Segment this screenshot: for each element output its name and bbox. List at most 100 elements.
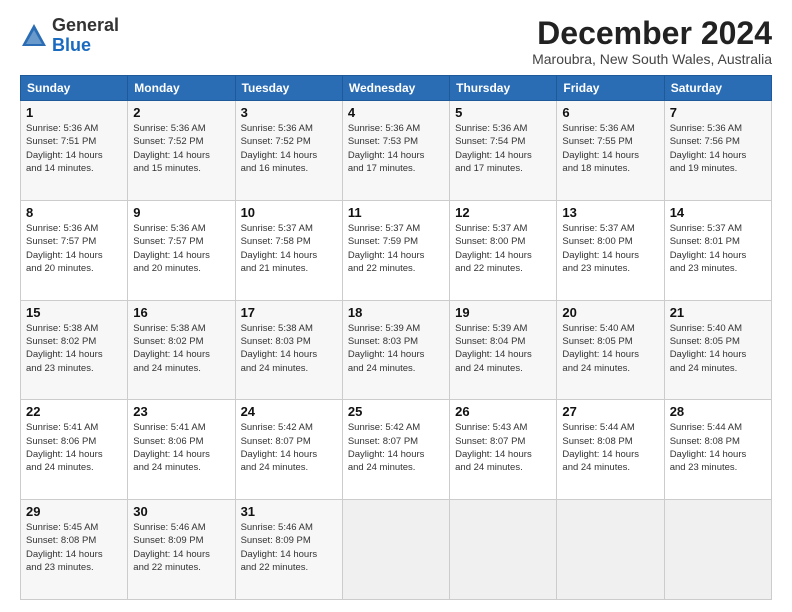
calendar-cell [557, 500, 664, 600]
day-info: Sunrise: 5:36 AM Sunset: 7:52 PM Dayligh… [241, 122, 337, 175]
day-number: 31 [241, 504, 337, 519]
day-info: Sunrise: 5:36 AM Sunset: 7:57 PM Dayligh… [26, 222, 122, 275]
calendar-header-monday: Monday [128, 76, 235, 101]
calendar-header-wednesday: Wednesday [342, 76, 449, 101]
day-number: 23 [133, 404, 229, 419]
day-info: Sunrise: 5:44 AM Sunset: 8:08 PM Dayligh… [562, 421, 658, 474]
day-info: Sunrise: 5:37 AM Sunset: 7:59 PM Dayligh… [348, 222, 444, 275]
day-number: 27 [562, 404, 658, 419]
calendar-cell: 6Sunrise: 5:36 AM Sunset: 7:55 PM Daylig… [557, 101, 664, 201]
calendar-cell [664, 500, 771, 600]
calendar-cell: 21Sunrise: 5:40 AM Sunset: 8:05 PM Dayli… [664, 300, 771, 400]
day-info: Sunrise: 5:37 AM Sunset: 7:58 PM Dayligh… [241, 222, 337, 275]
day-info: Sunrise: 5:38 AM Sunset: 8:02 PM Dayligh… [133, 322, 229, 375]
day-number: 15 [26, 305, 122, 320]
day-number: 7 [670, 105, 766, 120]
calendar-cell: 4 Sunrise: 5:36 AM Sunset: 7:53 PM Daylig… [342, 101, 449, 201]
day-number: 11 [348, 205, 444, 220]
day-number: 28 [670, 404, 766, 419]
calendar-cell: 9Sunrise: 5:36 AM Sunset: 7:57 PM Daylig… [128, 200, 235, 300]
location: Maroubra, New South Wales, Australia [532, 51, 772, 67]
title-block: December 2024 Maroubra, New South Wales,… [532, 16, 772, 67]
day-number: 17 [241, 305, 337, 320]
calendar-cell: 15Sunrise: 5:38 AM Sunset: 8:02 PM Dayli… [21, 300, 128, 400]
page: General Blue December 2024 Maroubra, New… [0, 0, 792, 612]
calendar-cell: 7 Sunrise: 5:36 AM Sunset: 7:56 PM Daylig… [664, 101, 771, 201]
calendar-header-tuesday: Tuesday [235, 76, 342, 101]
day-number: 2 [133, 105, 229, 120]
day-number: 18 [348, 305, 444, 320]
day-info: Sunrise: 5:38 AM Sunset: 8:03 PM Dayligh… [241, 322, 337, 375]
day-number: 8 [26, 205, 122, 220]
day-number: 6 [562, 105, 658, 120]
day-number: 14 [670, 205, 766, 220]
calendar-cell: 5Sunrise: 5:36 AM Sunset: 7:54 PM Daylig… [450, 101, 557, 201]
day-info: Sunrise: 5:36 AM Sunset: 7:53 PM Dayligh… [348, 122, 444, 175]
day-number: 5 [455, 105, 551, 120]
calendar-cell: 16 Sunrise: 5:38 AM Sunset: 8:02 PM Dayli… [128, 300, 235, 400]
day-number: 22 [26, 404, 122, 419]
day-info: Sunrise: 5:37 AM Sunset: 8:01 PM Dayligh… [670, 222, 766, 275]
day-info: Sunrise: 5:36 AM Sunset: 7:51 PM Dayligh… [26, 122, 122, 175]
calendar-cell: 2 Sunrise: 5:36 AM Sunset: 7:52 PM Daylig… [128, 101, 235, 201]
day-info: Sunrise: 5:37 AM Sunset: 8:00 PM Dayligh… [562, 222, 658, 275]
calendar-cell: 1 Sunrise: 5:36 AM Sunset: 7:51 PM Daylig… [21, 101, 128, 201]
calendar-cell: 12 Sunrise: 5:37 AM Sunset: 8:00 PM Dayli… [450, 200, 557, 300]
day-info: Sunrise: 5:42 AM Sunset: 8:07 PM Dayligh… [241, 421, 337, 474]
calendar-week-1: 1 Sunrise: 5:36 AM Sunset: 7:51 PM Daylig… [21, 101, 772, 201]
day-info: Sunrise: 5:39 AM Sunset: 8:03 PM Dayligh… [348, 322, 444, 375]
day-number: 1 [26, 105, 122, 120]
month-title: December 2024 [532, 16, 772, 51]
day-number: 12 [455, 205, 551, 220]
calendar-cell: 25 Sunrise: 5:42 AM Sunset: 8:07 PM Dayli… [342, 400, 449, 500]
day-info: Sunrise: 5:40 AM Sunset: 8:05 PM Dayligh… [562, 322, 658, 375]
day-info: Sunrise: 5:36 AM Sunset: 7:57 PM Dayligh… [133, 222, 229, 275]
logo-blue: Blue [52, 35, 91, 55]
calendar-cell: 26Sunrise: 5:43 AM Sunset: 8:07 PM Dayli… [450, 400, 557, 500]
header: General Blue December 2024 Maroubra, New… [20, 16, 772, 67]
calendar-cell [342, 500, 449, 600]
calendar-cell: 22 Sunrise: 5:41 AM Sunset: 8:06 PM Dayli… [21, 400, 128, 500]
calendar-cell: 31 Sunrise: 5:46 AM Sunset: 8:09 PM Dayli… [235, 500, 342, 600]
calendar-header-saturday: Saturday [664, 76, 771, 101]
calendar-cell [450, 500, 557, 600]
calendar-table: SundayMondayTuesdayWednesdayThursdayFrid… [20, 75, 772, 600]
day-number: 10 [241, 205, 337, 220]
day-info: Sunrise: 5:41 AM Sunset: 8:06 PM Dayligh… [26, 421, 122, 474]
day-number: 13 [562, 205, 658, 220]
day-info: Sunrise: 5:36 AM Sunset: 7:56 PM Dayligh… [670, 122, 766, 175]
day-number: 30 [133, 504, 229, 519]
calendar-week-3: 15 Sunrise: 5:38 AM Sunset: 8:02 PM Dayli… [21, 300, 772, 400]
day-info: Sunrise: 5:41 AM Sunset: 8:06 PM Dayligh… [133, 421, 229, 474]
calendar-cell: 3Sunrise: 5:36 AM Sunset: 7:52 PM Daylig… [235, 101, 342, 201]
calendar-header-thursday: Thursday [450, 76, 557, 101]
day-info: Sunrise: 5:43 AM Sunset: 8:07 PM Dayligh… [455, 421, 551, 474]
calendar-cell: 29 Sunrise: 5:45 AM Sunset: 8:08 PM Dayli… [21, 500, 128, 600]
day-info: Sunrise: 5:46 AM Sunset: 8:09 PM Dayligh… [241, 521, 337, 574]
day-number: 21 [670, 305, 766, 320]
day-info: Sunrise: 5:44 AM Sunset: 8:08 PM Dayligh… [670, 421, 766, 474]
day-info: Sunrise: 5:42 AM Sunset: 8:07 PM Dayligh… [348, 421, 444, 474]
calendar-cell: 10 Sunrise: 5:37 AM Sunset: 7:58 PM Dayli… [235, 200, 342, 300]
calendar-cell: 23 Sunrise: 5:41 AM Sunset: 8:06 PM Dayli… [128, 400, 235, 500]
day-number: 29 [26, 504, 122, 519]
day-number: 25 [348, 404, 444, 419]
day-info: Sunrise: 5:46 AM Sunset: 8:09 PM Dayligh… [133, 521, 229, 574]
day-number: 16 [133, 305, 229, 320]
calendar-week-4: 22 Sunrise: 5:41 AM Sunset: 8:06 PM Dayli… [21, 400, 772, 500]
day-info: Sunrise: 5:37 AM Sunset: 8:00 PM Dayligh… [455, 222, 551, 275]
calendar-cell: 11 Sunrise: 5:37 AM Sunset: 7:59 PM Dayli… [342, 200, 449, 300]
day-number: 4 [348, 105, 444, 120]
calendar-header-sunday: Sunday [21, 76, 128, 101]
calendar-cell: 28 Sunrise: 5:44 AM Sunset: 8:08 PM Dayli… [664, 400, 771, 500]
calendar-cell: 14 Sunrise: 5:37 AM Sunset: 8:01 PM Dayli… [664, 200, 771, 300]
day-number: 20 [562, 305, 658, 320]
calendar-week-5: 29 Sunrise: 5:45 AM Sunset: 8:08 PM Dayli… [21, 500, 772, 600]
calendar-cell: 8 Sunrise: 5:36 AM Sunset: 7:57 PM Daylig… [21, 200, 128, 300]
day-number: 19 [455, 305, 551, 320]
day-info: Sunrise: 5:36 AM Sunset: 7:52 PM Dayligh… [133, 122, 229, 175]
calendar-cell: 18 Sunrise: 5:39 AM Sunset: 8:03 PM Dayli… [342, 300, 449, 400]
calendar-week-2: 8 Sunrise: 5:36 AM Sunset: 7:57 PM Daylig… [21, 200, 772, 300]
day-info: Sunrise: 5:45 AM Sunset: 8:08 PM Dayligh… [26, 521, 122, 574]
day-number: 24 [241, 404, 337, 419]
